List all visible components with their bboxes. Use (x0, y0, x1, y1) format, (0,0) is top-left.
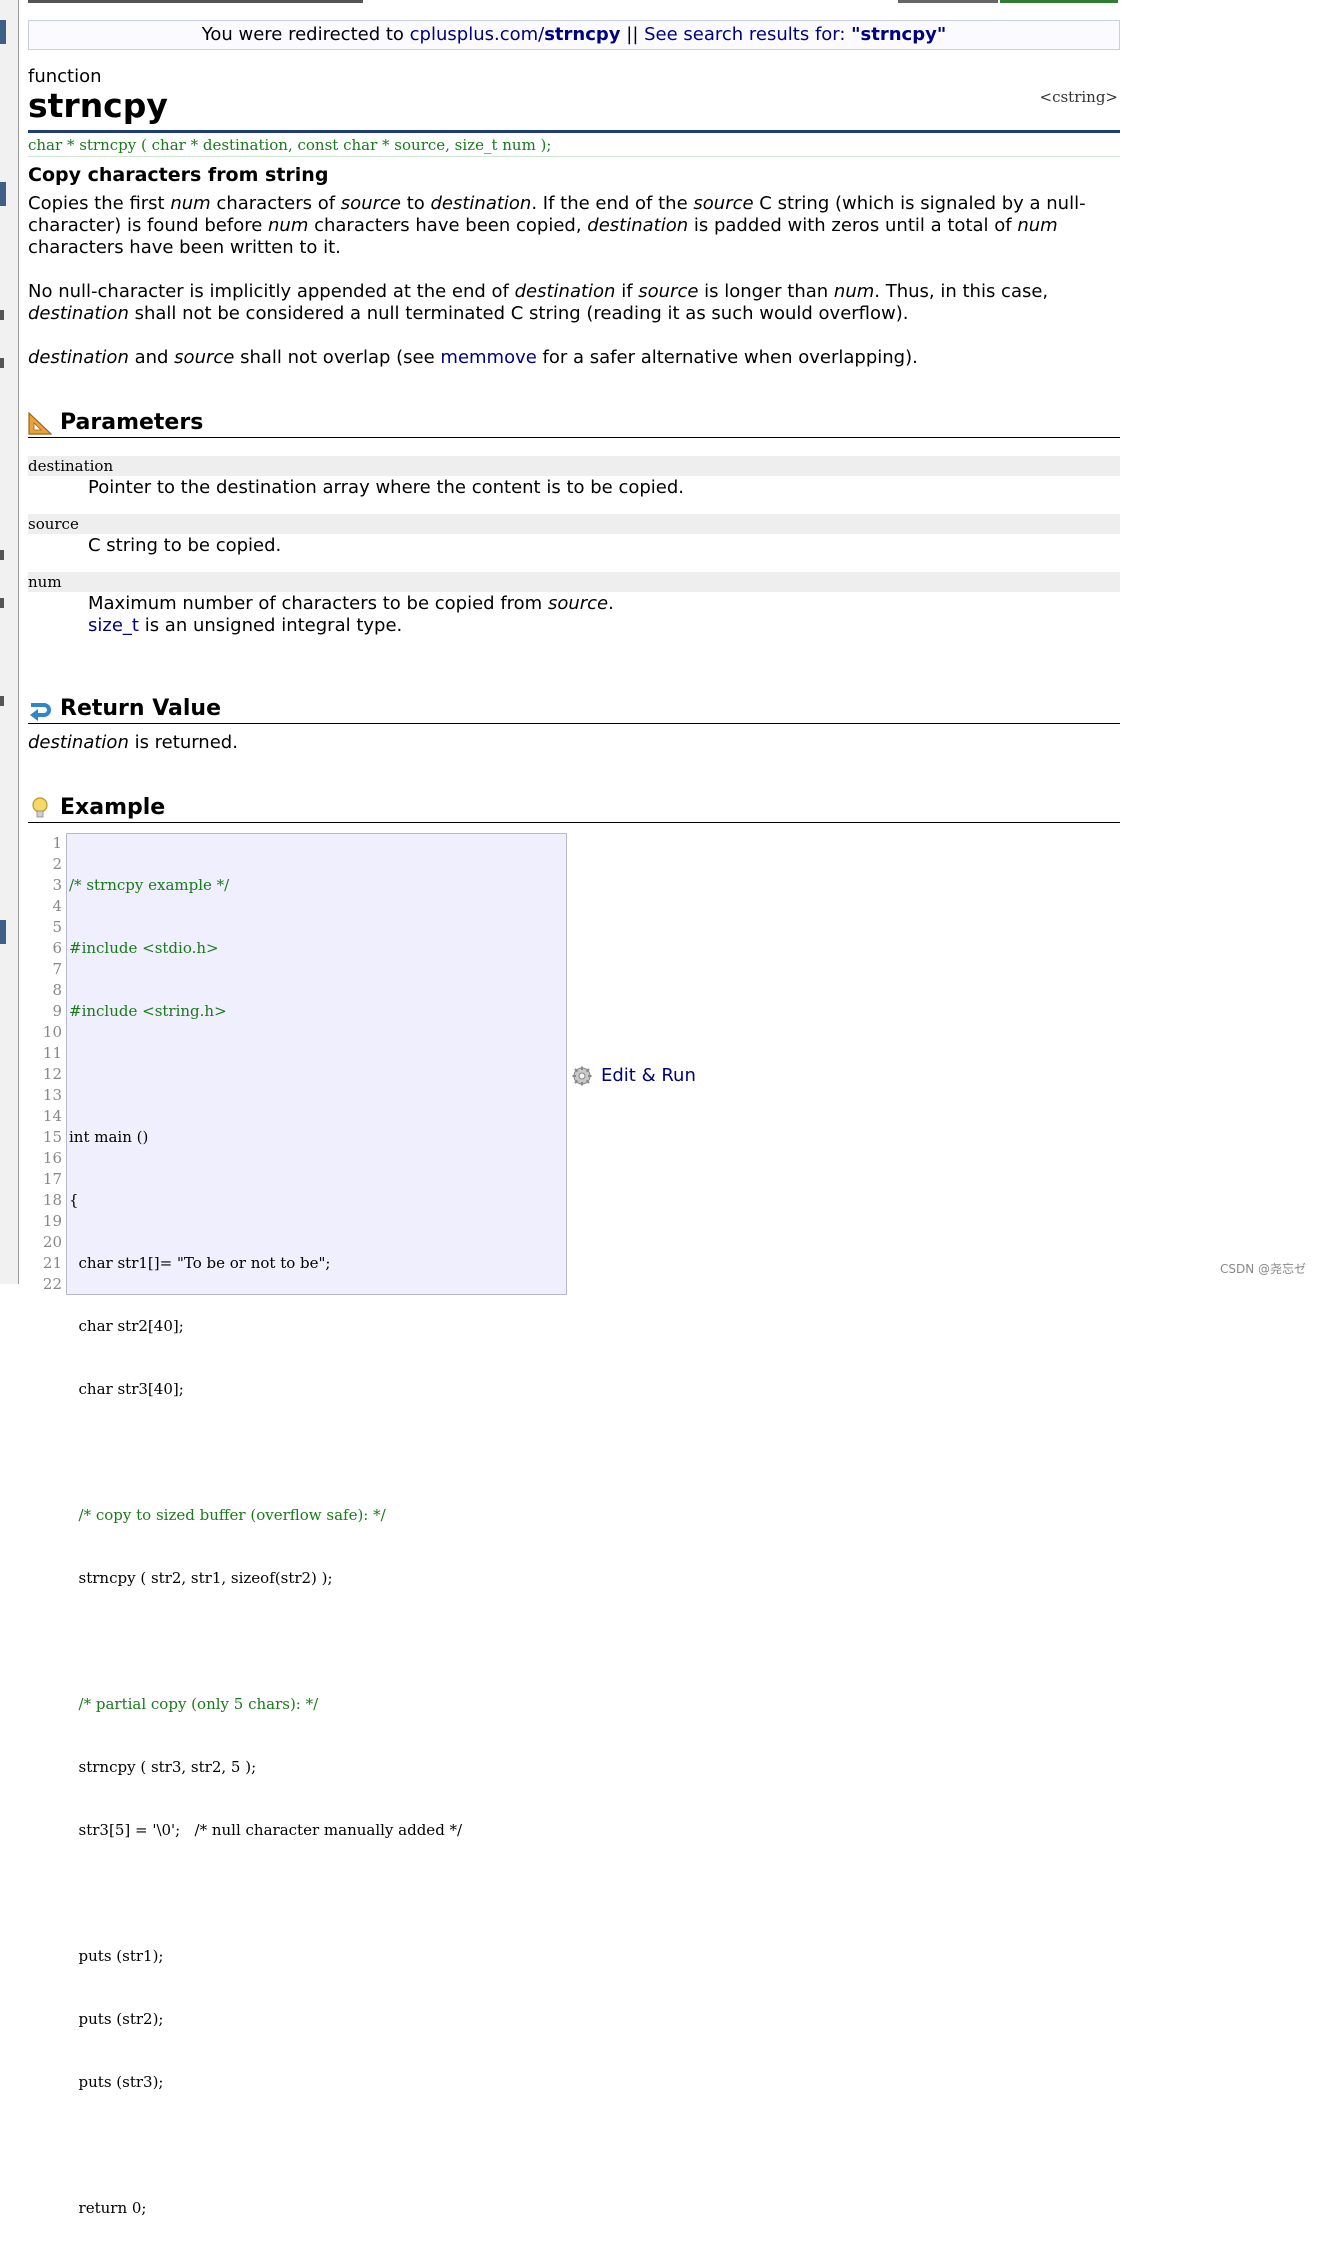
code-line: puts (str3); (69, 2073, 164, 2091)
line-number: 1 (52, 834, 62, 852)
code-line: return 0; (69, 2199, 147, 2217)
param-name-source: source (28, 514, 1120, 534)
line-number: 5 (52, 918, 62, 936)
param-desc-num-type: size_t is an unsigned integral type. (88, 615, 403, 636)
code-line: strncpy ( str2, str1, sizeof(str2) ); (69, 1569, 333, 1587)
param-desc-destination: Pointer to the destination array where t… (88, 477, 685, 498)
line-number: 16 (42, 1149, 62, 1167)
redirect-separator: || (620, 24, 645, 45)
return-arrow-icon (30, 703, 51, 721)
parameters-heading: Parameters (60, 410, 204, 435)
top-toolbar-edge (1000, 0, 1118, 3)
title-rule (28, 130, 1120, 133)
search-results-link[interactable]: See search results for: "strncpy" (644, 24, 946, 45)
line-number: 18 (42, 1191, 62, 1209)
code-line: #include <string.h> (69, 1002, 227, 1020)
description-paragraph-2: No null-character is implicitly appended… (28, 281, 1049, 324)
header-file-link[interactable]: <cstring> (1040, 88, 1119, 106)
code-line: char str1[]= "To be or not to be"; (69, 1254, 331, 1272)
line-number: 11 (42, 1044, 62, 1062)
line-number: 6 (52, 939, 62, 957)
param-name-num: num (28, 572, 1120, 592)
top-toolbar-edge (28, 0, 363, 3)
example-heading: Example (60, 795, 166, 820)
gutter-marker (0, 598, 4, 608)
redirect-prefix: You were redirected to (201, 24, 410, 45)
line-number: 2 (52, 855, 62, 873)
code-line: int main () (69, 1128, 149, 1146)
gutter-tab (0, 920, 6, 944)
code-line: { (69, 1191, 79, 1209)
code-line: #include <stdio.h> (69, 939, 219, 957)
line-number: 3 (52, 876, 62, 894)
gutter-marker (0, 310, 4, 320)
gutter-marker (0, 696, 4, 706)
line-number: 19 (42, 1212, 62, 1230)
return-value-heading: Return Value (60, 696, 222, 721)
top-toolbar-edge (898, 0, 998, 3)
example-section-header: Example (28, 795, 1120, 823)
function-prototype: char * strncpy ( char * destination, con… (28, 136, 1120, 157)
line-number: 9 (52, 1002, 62, 1020)
line-number: 7 (52, 960, 62, 978)
line-number: 10 (42, 1023, 62, 1041)
line-number: 22 (42, 1275, 62, 1293)
code-line: puts (str1); (69, 1947, 164, 1965)
line-number: 20 (42, 1233, 62, 1251)
line-number: 21 (42, 1254, 62, 1272)
code-line: /* copy to sized buffer (overflow safe):… (69, 1506, 386, 1524)
code-line: str3[5] = '\0'; /* null character manual… (69, 1821, 463, 1839)
line-number: 13 (42, 1086, 62, 1104)
code-line: strncpy ( str3, str2, 5 ); (69, 1758, 257, 1776)
code-line: /* strncpy example */ (69, 876, 230, 894)
code-line-numbers: 1 2 3 4 5 6 7 8 9 10 11 12 13 14 15 16 1… (28, 833, 62, 1295)
gutter-tab (0, 20, 6, 44)
return-value-text: destination is returned. (28, 732, 238, 753)
param-desc-num: Maximum number of characters to be copie… (88, 593, 614, 614)
ruler-triangle-icon (28, 411, 52, 435)
redirect-notice: You were redirected to cplusplus.com/str… (28, 20, 1120, 50)
return-value-section-header: Return Value (28, 696, 1120, 724)
gear-icon (572, 1066, 592, 1086)
left-gutter (0, 0, 19, 1284)
line-number: 14 (42, 1107, 62, 1125)
line-number: 15 (42, 1128, 62, 1146)
code-listing: /* strncpy example */ #include <stdio.h>… (69, 833, 462, 2261)
line-number: 4 (52, 897, 62, 915)
gutter-marker (0, 358, 4, 368)
param-desc-source: C string to be copied. (88, 535, 282, 556)
redirect-link[interactable]: cplusplus.com/strncpy (410, 24, 621, 45)
code-line: puts (str2); (69, 2010, 164, 2028)
function-summary: Copy characters from string (28, 164, 329, 186)
line-number: 12 (42, 1065, 62, 1083)
memmove-link[interactable]: memmove (440, 347, 536, 368)
gutter-tab (0, 182, 6, 206)
param-name-destination: destination (28, 456, 1120, 476)
size-t-link[interactable]: size_t (88, 615, 139, 636)
line-number: 17 (42, 1170, 62, 1188)
description-paragraph-3: destination and source shall not overlap… (28, 347, 918, 368)
line-number: 8 (52, 981, 62, 999)
lightbulb-icon (32, 797, 48, 818)
gutter-marker (0, 550, 4, 560)
description-paragraph-1: Copies the first num characters of sourc… (28, 193, 1086, 258)
edit-and-run-label: Edit & Run (601, 1065, 696, 1086)
code-line: /* partial copy (only 5 chars): */ (69, 1695, 319, 1713)
page-title: strncpy (28, 86, 168, 125)
parameters-section-header: Parameters (28, 410, 1120, 438)
watermark: CSDN @尧忘ゼ (1219, 1262, 1306, 1276)
code-line: char str2[40]; (69, 1317, 184, 1335)
entity-kind: function (28, 66, 102, 87)
code-line: char str3[40]; (69, 1380, 184, 1398)
